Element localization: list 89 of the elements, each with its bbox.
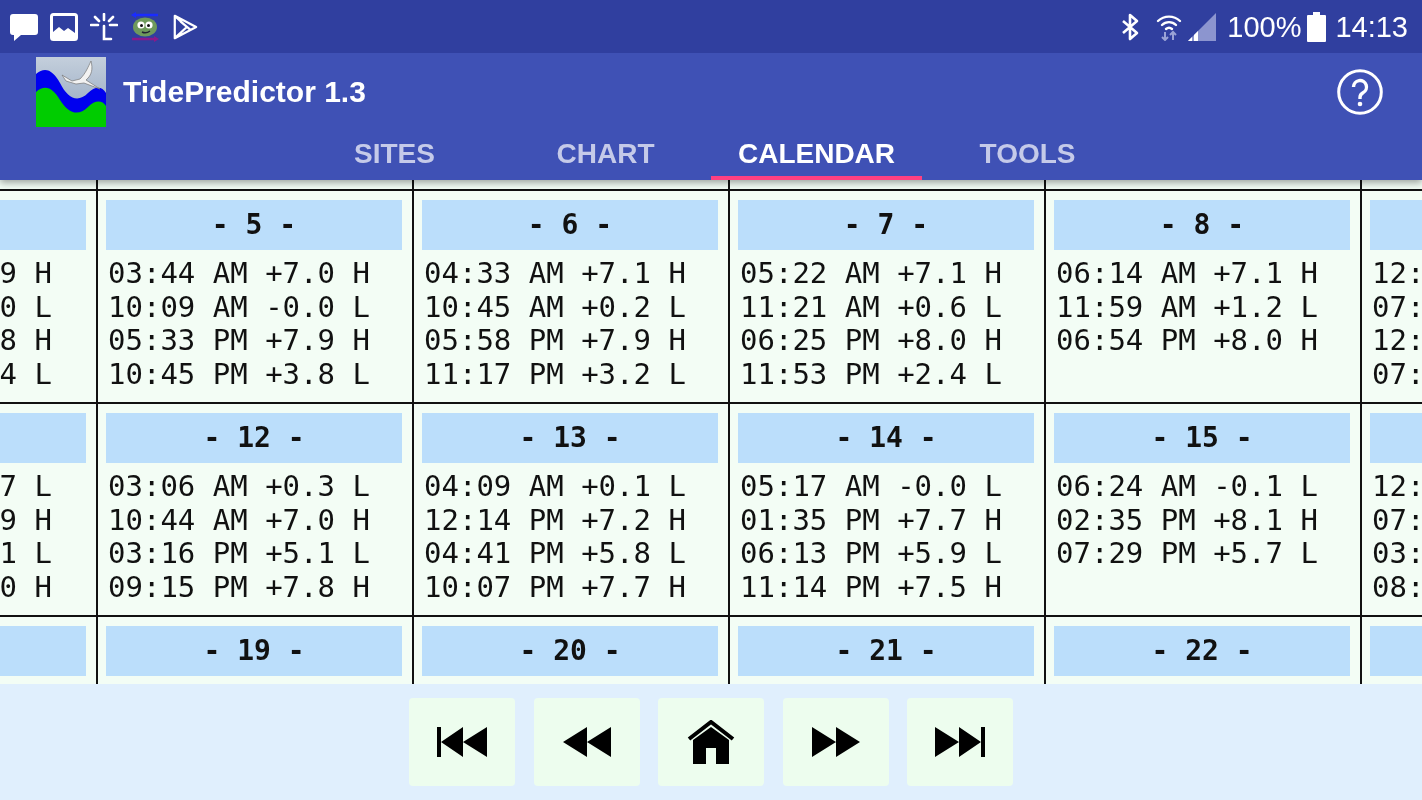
skip-back-icon: [437, 727, 487, 757]
tide-entry: 07:29 PM +5.7 L: [1056, 537, 1318, 571]
day-header: - 6 -: [422, 200, 718, 250]
app-title: TidePredictor 1.3: [123, 73, 366, 110]
tide-entry: 12:: [1372, 324, 1422, 358]
tab[interactable]: CALENDAR: [711, 130, 922, 180]
tide-entry: 7 L: [0, 470, 52, 504]
tide-entry: 12:: [1372, 257, 1422, 291]
tide-entry: 04:33 AM +7.1 H: [424, 257, 686, 291]
image-icon: [50, 12, 78, 41]
tide-entry: 11:17 PM +3.2 L: [424, 357, 686, 392]
tide-entry: 4 L: [0, 357, 52, 392]
tide-entry: 09:15 PM +7.8 H: [108, 570, 370, 605]
fast-forward-button[interactable]: [782, 698, 889, 786]
tide-entry: 10:45 PM +3.8 L: [108, 357, 370, 392]
tide-entry: 9 H: [0, 503, 52, 538]
day-header: - 15 -: [1054, 413, 1350, 463]
tide-entry: 07:: [1372, 290, 1422, 325]
tide-entry: 06:25 PM +8.0 H: [740, 324, 1002, 358]
day-header: - 8 -: [1054, 200, 1350, 250]
tide-entry: 10:07 PM +7.7 H: [424, 570, 686, 605]
day-header: - 7 -: [738, 200, 1034, 250]
tide-entry: 02:35 PM +8.1 H: [1056, 503, 1318, 538]
app-logo: [36, 56, 106, 127]
tide-entry: 1 L: [0, 537, 52, 571]
tide-entry: 03:44 AM +7.0 H: [108, 257, 370, 291]
tide-entry: 10:45 AM +0.2 L: [424, 290, 686, 325]
home-icon: [687, 720, 735, 764]
tab[interactable]: TOOLS: [922, 130, 1133, 180]
day-header: - 22 -: [1054, 626, 1350, 676]
signal-icon: [1188, 12, 1217, 41]
day-header: - 12 -: [106, 413, 402, 463]
skip-forward-icon: [935, 727, 985, 757]
tide-entry: 11:14 PM +7.5 H: [740, 570, 1002, 605]
tide-entry: 07:: [1372, 357, 1422, 392]
bluetooth-icon: [1120, 12, 1141, 41]
home-button[interactable]: [658, 698, 764, 786]
day-header: - 14 -: [738, 413, 1034, 463]
tide-entry: 04:41 PM +5.8 L: [424, 537, 686, 571]
tide-entry: 03:06 AM +0.3 L: [108, 470, 370, 504]
battery-percent: 100%: [1227, 9, 1302, 44]
tide-entry: 0 H: [0, 570, 52, 605]
battery-icon: [1307, 11, 1327, 42]
tide-entry: 11:53 PM +2.4 L: [740, 357, 1002, 392]
tide-entry: 8 H: [0, 324, 52, 358]
play-triangle-icon: [172, 12, 198, 41]
skip-back-button[interactable]: [409, 698, 515, 786]
help-icon[interactable]: [1337, 68, 1383, 115]
tide-entry: 0 L: [0, 290, 52, 325]
tide-entry: 05:33 PM +7.9 H: [108, 324, 370, 358]
tide-entry: 03:16 PM +5.1 L: [108, 537, 370, 571]
day-header: [1370, 626, 1422, 676]
cartoon-face-icon: [130, 11, 160, 42]
day-header: - 21 -: [738, 626, 1034, 676]
day-header: [1370, 413, 1422, 463]
tide-entry: 06:14 AM +7.1 H: [1056, 257, 1318, 291]
message-icon: [10, 12, 38, 41]
tide-entry: 08:: [1372, 570, 1422, 605]
tide-entry: 12:14 PM +7.2 H: [424, 503, 686, 538]
tide-entry: 12:: [1372, 470, 1422, 504]
tab[interactable]: SITES: [289, 130, 500, 180]
skip-forward-button[interactable]: [907, 698, 1013, 786]
tide-entry: 03:: [1372, 537, 1422, 571]
day-header: - 13 -: [422, 413, 718, 463]
tide-entry: 05:58 PM +7.9 H: [424, 324, 686, 358]
tide-entry: 06:13 PM +5.9 L: [740, 537, 1002, 571]
day-header: - 19 -: [106, 626, 402, 676]
fast-forward-icon: [811, 727, 860, 757]
wifi-icon: [1156, 12, 1183, 41]
tide-entry: 10:44 AM +7.0 H: [108, 503, 370, 538]
burst-icon: [90, 12, 118, 41]
tide-entry: 01:35 PM +7.7 H: [740, 503, 1002, 538]
tide-entry: 11:59 AM +1.2 L: [1056, 290, 1318, 325]
day-header: - 20 -: [422, 626, 718, 676]
tide-entry: 06:24 AM -0.1 L: [1056, 470, 1318, 504]
rewind-button[interactable]: [533, 698, 640, 786]
clock-time: 14:13: [1335, 9, 1408, 44]
tide-entry: 05:22 AM +7.1 H: [740, 257, 1002, 291]
tide-entry: 10:09 AM -0.0 L: [108, 290, 370, 325]
tide-entry: 04:09 AM +0.1 L: [424, 470, 686, 504]
rewind-icon: [562, 727, 611, 757]
tide-entry: 05:17 AM -0.0 L: [740, 470, 1002, 504]
tide-entry: 11:21 AM +0.6 L: [740, 290, 1002, 325]
day-header: - 5 -: [106, 200, 402, 250]
tide-entry: 07:: [1372, 503, 1422, 538]
tide-entry: 06:54 PM +8.0 H: [1056, 324, 1318, 358]
tide-entry: 9 H: [0, 257, 52, 291]
day-header: [1370, 200, 1422, 250]
tab[interactable]: CHART: [500, 130, 711, 180]
